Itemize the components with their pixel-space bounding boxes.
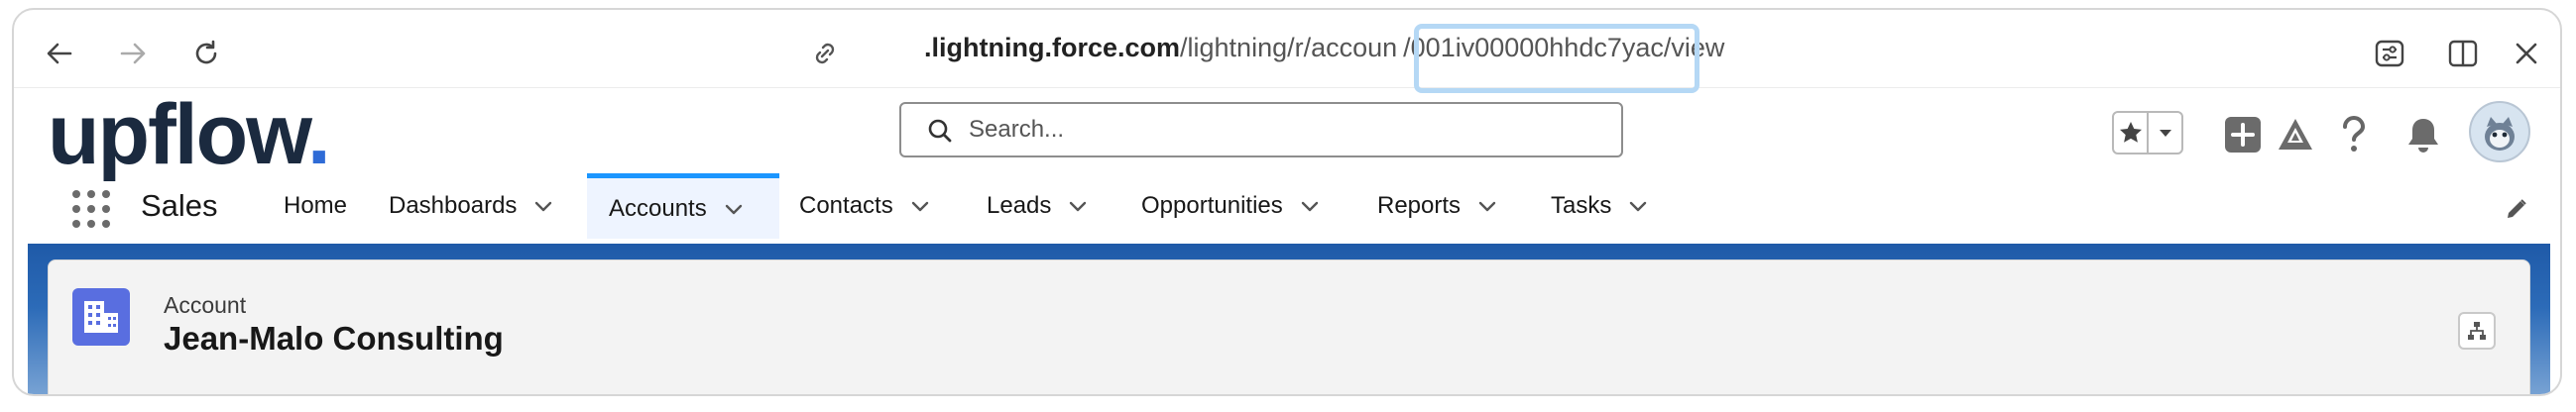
nav-item-opportunities[interactable]: Opportunities [1141,173,1321,239]
nav-item-label: Opportunities [1141,192,1283,219]
nav-item-accounts[interactable]: Accounts [587,173,779,239]
favorites-dropdown-icon[interactable] [2147,113,2181,153]
nav-item-label: Home [284,192,348,219]
browser-window: .lightning.force.com/lightning/r/accoun /… [12,8,2562,396]
chevron-down-icon[interactable] [1476,195,1498,217]
logo-dot: . [306,87,331,182]
nav-item-label: Leads [987,192,1052,219]
search-placeholder: Search... [969,116,1065,143]
forward-arrow-icon[interactable] [111,32,155,75]
split-view-icon[interactable] [2441,32,2485,75]
browser-toolbar: .lightning.force.com/lightning/r/accoun /… [14,10,2560,93]
settings-sliders-icon[interactable] [2368,32,2411,75]
chevron-down-icon[interactable] [909,195,931,217]
url-path: /lightning/r/accoun [1180,33,1398,62]
nav-item-tasks[interactable]: Tasks [1551,173,1649,239]
global-search-input[interactable]: Search... [899,102,1623,157]
favorites-star-icon[interactable] [2114,113,2147,153]
nav-item-dashboards[interactable]: Dashboards [389,173,554,239]
record-title: Jean-Malo Consulting [164,320,504,357]
nav-item-label: Contacts [799,192,893,219]
edit-nav-pencil-icon[interactable] [2505,197,2528,221]
url-highlight-box [1414,24,1699,93]
chevron-down-icon[interactable] [723,198,745,220]
chevron-down-icon[interactable] [532,195,554,217]
help-icon[interactable] [2334,115,2374,154]
user-avatar[interactable] [2469,101,2530,162]
search-icon [925,116,955,146]
chevron-down-icon[interactable] [1067,195,1089,217]
url-host: .lightning.force.com [924,33,1181,62]
app-launcher-grid-icon[interactable] [71,189,111,229]
global-actions-add-icon[interactable] [2223,115,2263,154]
close-icon[interactable] [2505,32,2548,75]
favorites-button-group [2112,111,2183,154]
reload-icon[interactable] [184,32,228,75]
trailhead-icon[interactable] [2275,115,2316,154]
app-name: Sales [141,188,218,223]
account-object-icon [72,288,130,346]
hierarchy-icon [2468,322,2486,340]
upflow-logo[interactable]: upflow. [48,87,331,182]
chevron-down-icon[interactable] [1627,195,1649,217]
nav-item-contacts[interactable]: Contacts [799,173,931,239]
nav-item-label: Dashboards [389,192,518,219]
nav-item-leads[interactable]: Leads [987,173,1089,239]
notifications-bell-icon[interactable] [2403,115,2443,154]
nav-item-reports[interactable]: Reports [1377,173,1498,239]
chevron-down-icon[interactable] [1299,195,1321,217]
record-object-type: Account [164,292,247,318]
nav-item-label: Tasks [1551,192,1612,219]
app-navigation-bar: Sales Home Dashboards Accounts Contacts … [14,173,2560,239]
link-icon[interactable] [803,32,847,75]
view-hierarchy-button[interactable] [2458,312,2496,350]
nav-item-home[interactable]: Home [284,173,347,239]
record-header-card: Account Jean-Malo Consulting [48,259,2530,394]
back-arrow-icon[interactable] [38,32,81,75]
nav-item-label: Accounts [609,194,707,222]
logo-text: upflow [48,87,309,182]
nav-item-label: Reports [1377,192,1462,219]
